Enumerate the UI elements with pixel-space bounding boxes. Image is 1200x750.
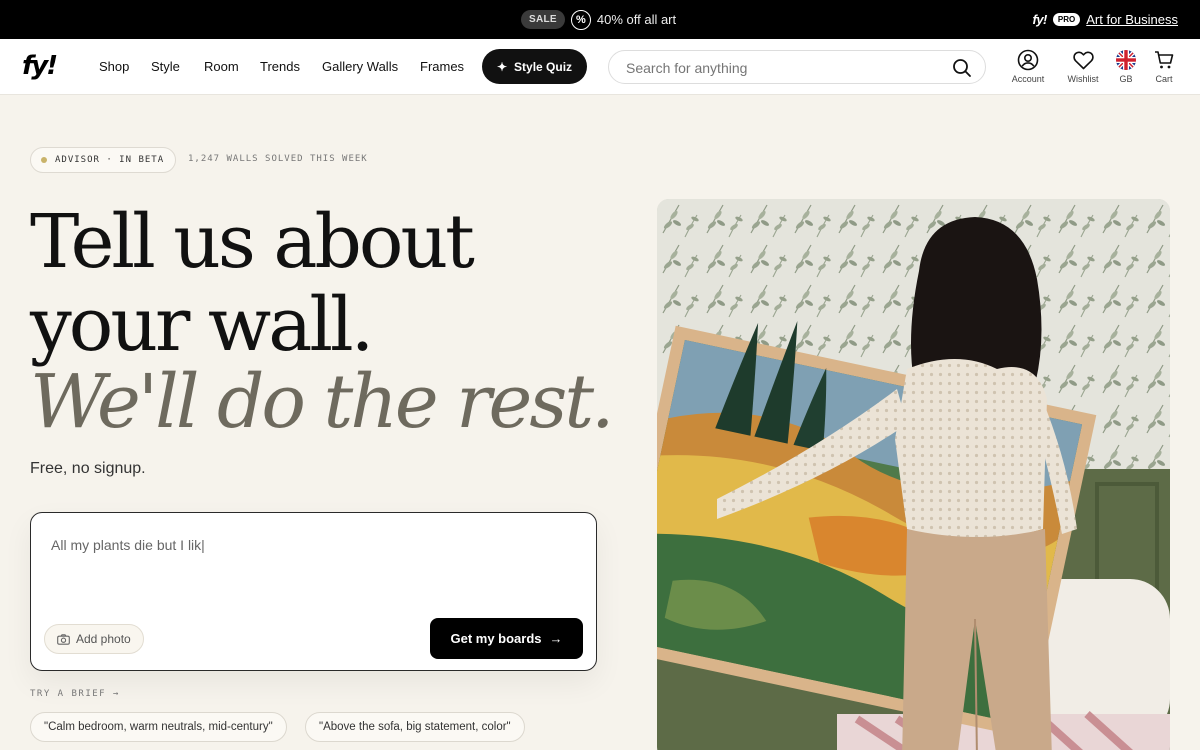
- art-for-business-link[interactable]: Art for Business: [1086, 12, 1178, 27]
- search-input[interactable]: [626, 60, 936, 76]
- heart-icon: [1072, 51, 1094, 70]
- hero-image: [657, 199, 1170, 750]
- badge-text: ADVISOR · IN BETA: [55, 155, 165, 165]
- nav-shop[interactable]: Shop: [99, 59, 129, 74]
- account-button[interactable]: Account: [1003, 49, 1053, 84]
- add-photo-label: Add photo: [76, 632, 131, 646]
- camera-icon: [57, 633, 70, 645]
- search-bar: [608, 50, 986, 84]
- advisor-beta-badge: ADVISOR · IN BETA: [30, 147, 177, 173]
- nav-gallery-walls[interactable]: Gallery Walls: [322, 59, 398, 74]
- nav-room[interactable]: Room: [204, 59, 239, 74]
- region-label: GB: [1119, 74, 1133, 84]
- headline-line-1: Tell us about: [30, 199, 475, 285]
- brief-chip-1[interactable]: "Calm bedroom, warm neutrals, mid-centur…: [30, 712, 287, 742]
- cart-icon: [1155, 51, 1174, 69]
- status-dot: [41, 157, 47, 163]
- arrow-right-icon: →: [549, 631, 563, 646]
- sale-badge: SALE: [521, 10, 565, 29]
- cart-label: Cart: [1155, 74, 1173, 84]
- try-a-brief-label: TRY A BRIEF →: [30, 689, 120, 699]
- wishlist-label: Wishlist: [1067, 74, 1099, 84]
- nav-trends[interactable]: Trends: [260, 59, 300, 74]
- style-quiz-label: Style Quiz: [514, 59, 573, 74]
- promo-offer[interactable]: SALE % 40% off all art: [521, 9, 676, 30]
- brief-input[interactable]: [51, 533, 571, 557]
- cart-button[interactable]: Cart: [1139, 49, 1189, 84]
- get-my-boards-button[interactable]: Get my boards →: [430, 618, 583, 659]
- pro-business: fy! PRO Art for Business: [1033, 12, 1179, 27]
- subline: Free, no signup.: [30, 460, 146, 477]
- sparkle-icon: ✦: [496, 59, 508, 74]
- style-quiz-button[interactable]: ✦ Style Quiz: [482, 49, 587, 84]
- brief-box: Add photo Get my boards →: [30, 512, 597, 671]
- walls-solved-count: 1,247 WALLS SOLVED THIS WEEK: [188, 154, 368, 164]
- get-boards-label: Get my boards: [450, 631, 542, 646]
- uk-flag-icon: [1116, 50, 1136, 70]
- nav-style[interactable]: Style: [151, 59, 180, 74]
- percent-icon: %: [570, 9, 591, 30]
- logo[interactable]: fy!: [22, 52, 58, 80]
- search-icon[interactable]: [952, 58, 972, 83]
- headline-line-3: We'll do the rest.: [30, 359, 615, 445]
- nav-frames[interactable]: Frames: [420, 59, 464, 74]
- pro-badge: PRO: [1052, 13, 1081, 26]
- pro-logo: fy!: [1032, 12, 1048, 27]
- account-icon: [1017, 49, 1039, 71]
- add-photo-button[interactable]: Add photo: [44, 624, 144, 654]
- promo-text: 40% off all art: [596, 12, 677, 27]
- site-header: fy! Shop Style Room Trends Gallery Walls…: [0, 39, 1200, 95]
- account-label: Account: [1011, 74, 1045, 84]
- promo-bar: SALE % 40% off all art fy! PRO Art for B…: [0, 0, 1200, 39]
- brief-chip-2[interactable]: "Above the sofa, big statement, color": [305, 712, 525, 742]
